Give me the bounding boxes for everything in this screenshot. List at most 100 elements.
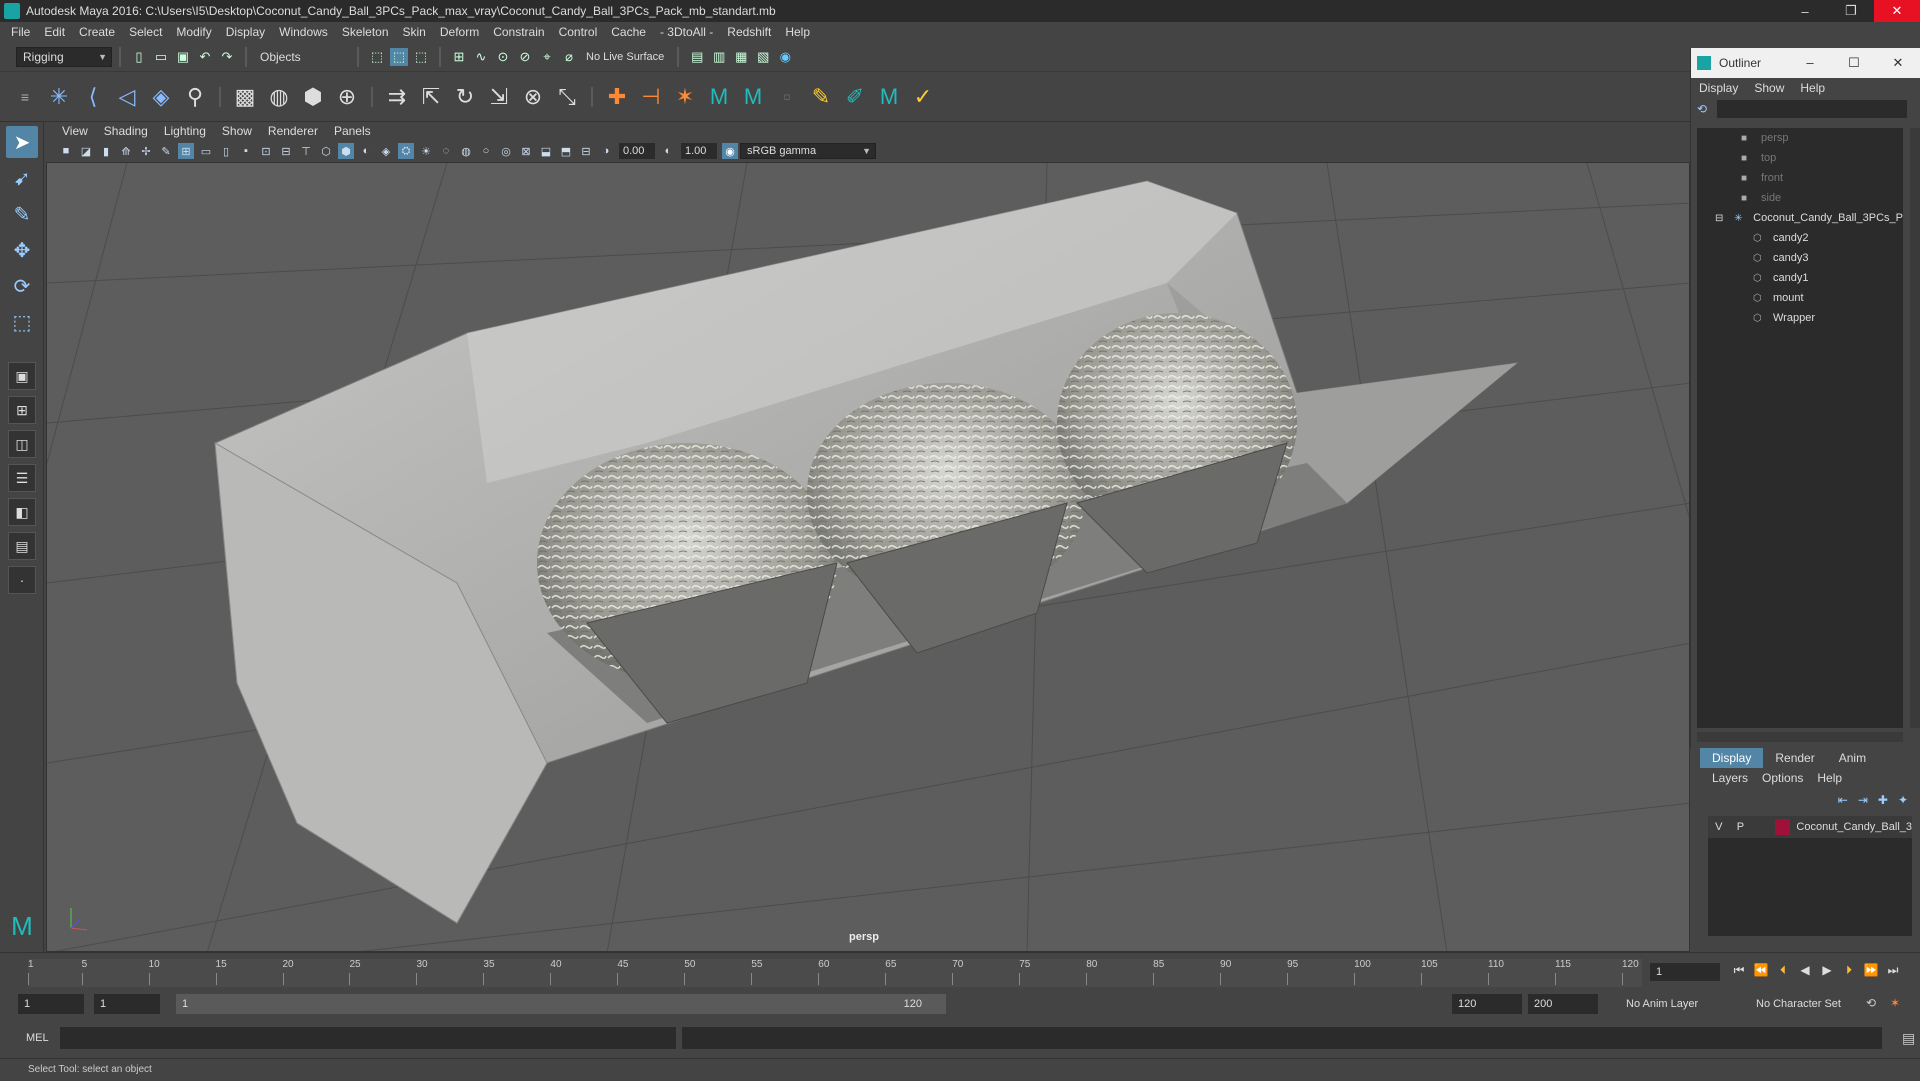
menu-windows[interactable]: Windows: [279, 25, 328, 39]
outliner-menu-display[interactable]: Display: [1699, 81, 1738, 95]
snap-grid-icon[interactable]: ⊞: [450, 48, 468, 66]
outliner-vertical-scrollbar[interactable]: [1910, 128, 1920, 728]
menu-modify[interactable]: Modify: [176, 25, 211, 39]
outliner-menu-show[interactable]: Show: [1754, 81, 1784, 95]
image-plane-icon[interactable]: ⟰: [118, 143, 134, 159]
color-space-dropdown[interactable]: sRGB gamma ▼: [740, 143, 876, 159]
shadows-icon[interactable]: ☀: [418, 143, 434, 159]
field-chart-icon[interactable]: ⊡: [258, 143, 274, 159]
paint-select-icon[interactable]: ✎: [6, 198, 38, 230]
snap-view-plane-icon[interactable]: ⊘: [516, 48, 534, 66]
wireframe-icon[interactable]: ⬡: [318, 143, 334, 159]
set-driven-key-icon[interactable]: ✶: [671, 83, 699, 111]
select-by-object-icon[interactable]: ⬚: [390, 47, 408, 66]
tree-item-wrapper[interactable]: ⬡ Wrapper: [1697, 308, 1903, 328]
render-view-icon[interactable]: ▧: [754, 48, 772, 66]
panel-menu-shading[interactable]: Shading: [104, 124, 148, 138]
minimize-button[interactable]: –: [1782, 0, 1828, 22]
hypershade-layout-icon[interactable]: ▤: [8, 532, 36, 560]
textured-icon[interactable]: ◈: [378, 143, 394, 159]
select-tool-icon[interactable]: ➤: [6, 126, 38, 158]
script-language-label[interactable]: MEL: [0, 1032, 60, 1044]
current-frame-field[interactable]: 1: [1650, 963, 1720, 981]
quick-rig-icon[interactable]: ◈: [147, 83, 175, 111]
outliner-restore-button[interactable]: ☐: [1832, 55, 1876, 71]
collapse-icon[interactable]: ⊟: [1715, 213, 1728, 224]
maya-m-icon[interactable]: M: [705, 83, 733, 111]
command-input[interactable]: [60, 1027, 676, 1049]
animation-prefs-icon[interactable]: ✶: [1890, 996, 1900, 1010]
step-back-icon[interactable]: ⏪: [1750, 963, 1772, 978]
bookmark-icon[interactable]: ▮: [98, 143, 114, 159]
character-set-dropdown[interactable]: No Character Set: [1750, 994, 1860, 1014]
menu-cache[interactable]: Cache: [611, 25, 646, 39]
close-button[interactable]: ✕: [1874, 0, 1920, 22]
tree-item-group[interactable]: ⊟ ✳ Coconut_Candy_Ball_3PCs_P: [1697, 208, 1903, 228]
layer-row[interactable]: V P Coconut_Candy_Ball_3: [1708, 816, 1912, 838]
menu-control[interactable]: Control: [559, 25, 598, 39]
menu-edit[interactable]: Edit: [44, 25, 65, 39]
menu-create[interactable]: Create: [79, 25, 115, 39]
cluster-icon[interactable]: ⊕: [333, 83, 361, 111]
humanik-icon[interactable]: ⚲: [181, 83, 209, 111]
parent-constraint-icon[interactable]: ⊗: [519, 83, 547, 111]
outliner-layout-icon[interactable]: ☰: [8, 464, 36, 492]
panel-menu-show[interactable]: Show: [222, 124, 252, 138]
live-surface-label[interactable]: No Live Surface: [586, 51, 664, 63]
camera-attributes-icon[interactable]: ◪: [78, 143, 94, 159]
single-view-layout-icon[interactable]: ▣: [8, 362, 36, 390]
two-d-pan-icon[interactable]: ✢: [138, 143, 154, 159]
gamma-icon[interactable]: ◐: [660, 143, 676, 159]
grease-pencil-icon[interactable]: ✎: [158, 143, 174, 159]
render-settings-icon[interactable]: ▤: [688, 48, 706, 66]
gate-mask-icon[interactable]: ▪: [238, 143, 254, 159]
menu-3dtoall[interactable]: - 3DtoAll -: [660, 25, 713, 39]
tree-item-persp[interactable]: ■ persp: [1697, 128, 1903, 148]
snap-point-icon[interactable]: ⊙: [494, 48, 512, 66]
menu-help[interactable]: Help: [785, 25, 810, 39]
maya-m2-icon[interactable]: M: [739, 83, 767, 111]
tree-item-mount[interactable]: ⬡ mount: [1697, 288, 1903, 308]
smooth-bind-icon[interactable]: ◍: [265, 83, 293, 111]
outliner-search-input[interactable]: [1717, 100, 1908, 118]
tree-item-side[interactable]: ■ side: [1697, 188, 1903, 208]
redo-icon[interactable]: ↷: [218, 48, 236, 66]
more-layouts-icon[interactable]: ·: [8, 566, 36, 594]
xray-icon[interactable]: ⬓: [538, 143, 554, 159]
scale-tool-icon[interactable]: ⬚: [6, 306, 38, 338]
isolate-select-icon[interactable]: ⊠: [518, 143, 534, 159]
multisample-icon[interactable]: ○: [478, 143, 494, 159]
menu-display[interactable]: Display: [226, 25, 265, 39]
anim-layer-dropdown[interactable]: No Anim Layer: [1620, 994, 1736, 1014]
layer-color-swatch[interactable]: [1774, 819, 1791, 835]
start-time-field[interactable]: 1: [18, 994, 84, 1014]
step-forward-icon[interactable]: ⏩: [1860, 963, 1882, 978]
viewport-persp[interactable]: persp: [46, 162, 1690, 952]
smooth-shade-icon[interactable]: ⬢: [338, 143, 354, 159]
go-to-end-icon[interactable]: ⏭: [1882, 963, 1904, 978]
blank-slot-icon[interactable]: ▫: [773, 83, 801, 111]
outliner-minimize-button[interactable]: –: [1788, 55, 1832, 71]
tab-display[interactable]: Display: [1700, 748, 1764, 768]
select-by-hierarchy-icon[interactable]: ⬚: [368, 48, 386, 66]
auto-key-icon[interactable]: ⟲: [1866, 996, 1876, 1010]
panel-menu-renderer[interactable]: Renderer: [268, 124, 318, 138]
pole-vector-icon[interactable]: ⤡: [553, 83, 581, 111]
panel-menu-view[interactable]: View: [62, 124, 88, 138]
make-live-icon[interactable]: ⌖: [538, 48, 556, 66]
range-bar[interactable]: 1 120: [176, 994, 946, 1014]
go-to-start-icon[interactable]: ⏮: [1728, 963, 1750, 978]
shaded-wire-icon[interactable]: ◐: [358, 143, 374, 159]
tab-render[interactable]: Render: [1763, 748, 1826, 768]
gamma-field[interactable]: 1.00: [681, 143, 717, 159]
four-view-layout-icon[interactable]: ⊞: [8, 396, 36, 424]
color-management-icon[interactable]: ◉: [722, 143, 738, 159]
tab-anim[interactable]: Anim: [1827, 748, 1878, 768]
paint-weights-icon[interactable]: ✎: [807, 83, 835, 111]
joint-tool-icon[interactable]: ✳: [45, 83, 73, 111]
layer-menu-options[interactable]: Options: [1762, 771, 1803, 785]
locator-icon[interactable]: ✚: [603, 83, 631, 111]
menu-skin[interactable]: Skin: [403, 25, 426, 39]
panel-menu-lighting[interactable]: Lighting: [164, 124, 206, 138]
select-mode-dropdown[interactable]: Objects: [254, 46, 350, 67]
